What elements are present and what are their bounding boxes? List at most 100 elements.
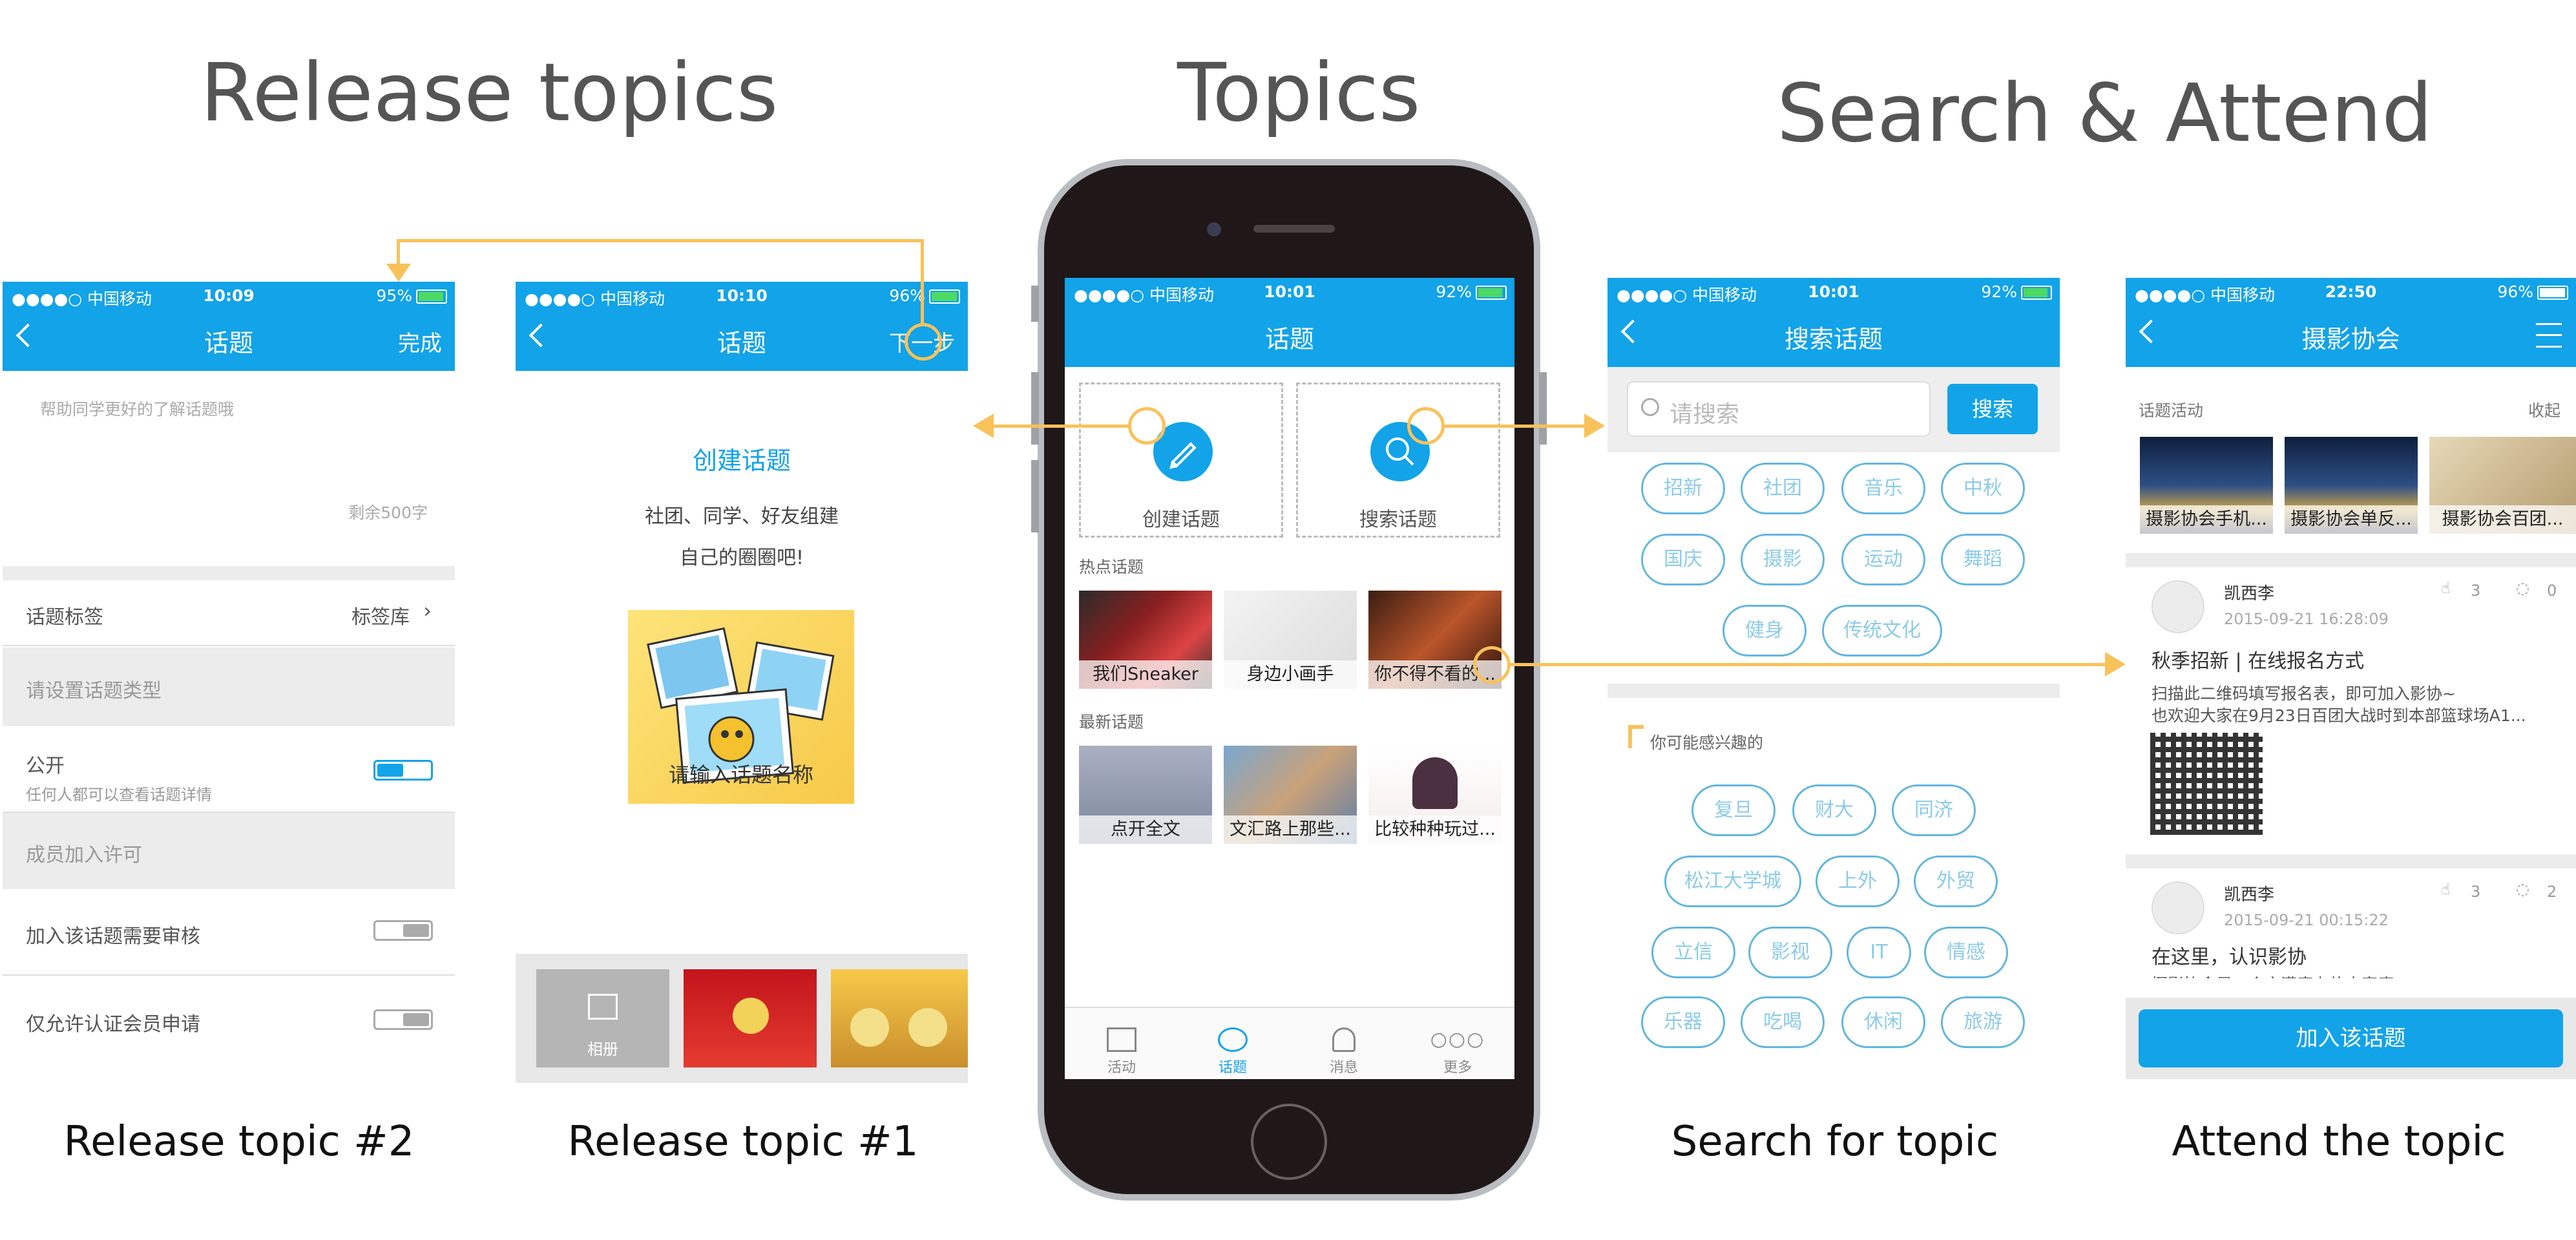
flow-arrow-line bbox=[921, 239, 924, 324]
post-title: 在这里，认识影协 bbox=[2152, 946, 2307, 969]
done-button[interactable]: 完成 bbox=[398, 326, 442, 357]
topic-tag[interactable]: 社团 bbox=[1741, 463, 1825, 514]
interest-tag[interactable]: 影视 bbox=[1748, 927, 1832, 978]
home-button[interactable] bbox=[1251, 1104, 1327, 1180]
hot-topic-label: 我们Sneaker bbox=[1079, 660, 1212, 689]
topic-tag[interactable]: 音乐 bbox=[1841, 463, 1925, 514]
post-author: 凯西李 bbox=[2224, 584, 2275, 604]
comment-icon[interactable]: ◌ bbox=[2516, 579, 2529, 597]
hot-topic-card[interactable]: 身边小画手 bbox=[1224, 591, 1357, 689]
like-icon[interactable]: ☝ bbox=[2441, 880, 2451, 898]
search-input[interactable]: 请搜索 bbox=[1627, 381, 1931, 437]
interest-tag[interactable]: 上外 bbox=[1816, 856, 1900, 907]
topic-tag[interactable]: 传统文化 bbox=[1822, 605, 1942, 657]
tab-topics[interactable]: 话题 bbox=[1194, 1027, 1272, 1077]
topic-tag[interactable]: 摄影 bbox=[1741, 534, 1825, 585]
comment-icon[interactable]: ◌ bbox=[2516, 880, 2529, 898]
search-button[interactable]: 搜索 bbox=[1947, 384, 2038, 434]
join-topic-button[interactable]: 加入该话题 bbox=[2139, 1009, 2563, 1067]
search-topic-card[interactable]: 搜索话题 bbox=[1296, 383, 1500, 538]
interest-tag[interactable]: 复旦 bbox=[1691, 784, 1775, 836]
menu-icon[interactable] bbox=[2536, 323, 2562, 348]
album-button[interactable]: 相册 bbox=[536, 969, 669, 1067]
topic-tag[interactable]: 招新 bbox=[1641, 463, 1725, 514]
create-highlight-ring bbox=[1128, 407, 1166, 445]
activity-card[interactable]: 摄影协会百团... bbox=[2429, 437, 2576, 534]
create-topic-title: 创建话题 bbox=[692, 447, 791, 475]
topic-tag[interactable]: 运动 bbox=[1841, 534, 1925, 585]
interest-tag[interactable]: 立信 bbox=[1651, 927, 1735, 978]
interest-tag[interactable]: 休闲 bbox=[1841, 996, 1925, 1048]
status-bar: ●●●●○ 中国移动 10:09 95% bbox=[3, 282, 455, 309]
topic-name-input[interactable]: 请输入话题名称 bbox=[628, 759, 854, 788]
new-topic-card[interactable]: 文汇路上那些... bbox=[1224, 746, 1357, 844]
battery-percent: 96% bbox=[889, 286, 925, 305]
public-label: 公开 bbox=[26, 755, 65, 777]
interest-tag[interactable]: 情感 bbox=[1924, 927, 2008, 978]
topic-tag[interactable]: 中秋 bbox=[1941, 463, 2025, 514]
intro-line-2: 自己的圈圈吧! bbox=[679, 547, 804, 569]
post-card[interactable]: 凯西李 2015-09-21 16:28:09 ☝ 3 ◌ 0 秋季招新 | 在… bbox=[2126, 567, 2576, 854]
search-highlight-ring bbox=[1407, 407, 1445, 445]
tab-label: 更多 bbox=[1443, 1060, 1472, 1076]
battery-percent: 95% bbox=[376, 286, 412, 305]
topic-cover-image[interactable]: 请输入话题名称 bbox=[628, 610, 854, 804]
battery-percent: 92% bbox=[1436, 282, 1472, 301]
description-input[interactable]: 帮助同学更好的了解话题哦 剩余500字 bbox=[3, 371, 455, 526]
activity-card[interactable]: 摄影协会手机... bbox=[2140, 437, 2273, 534]
chat-icon bbox=[1218, 1027, 1248, 1052]
new-topic-card[interactable]: 点开全文 bbox=[1079, 746, 1212, 844]
tab-activities[interactable]: 活动 bbox=[1083, 1027, 1160, 1077]
battery-indicator: 96% bbox=[2497, 282, 2568, 301]
flow-arrow-line bbox=[992, 425, 1129, 428]
new-topic-label: 文汇路上那些... bbox=[1224, 815, 1357, 844]
hot-topic-label: 身边小画手 bbox=[1224, 660, 1357, 689]
caption-search-for-topic: Search for topic bbox=[1671, 1118, 1999, 1166]
tags-value: 标签库 bbox=[351, 606, 410, 629]
side-button bbox=[1031, 372, 1039, 445]
hot-topic-card[interactable]: 我们Sneaker bbox=[1079, 591, 1212, 689]
new-topic-label: 点开全文 bbox=[1079, 815, 1212, 844]
interest-tag[interactable]: 财大 bbox=[1792, 784, 1876, 836]
topic-type-field[interactable]: 请设置话题类型 bbox=[3, 647, 455, 726]
interest-tag[interactable]: 吃喝 bbox=[1741, 996, 1825, 1048]
topic-tag[interactable]: 健身 bbox=[1723, 605, 1806, 657]
topic-tag[interactable]: 舞蹈 bbox=[1941, 534, 2025, 585]
topic-tag[interactable]: 国庆 bbox=[1641, 534, 1725, 585]
more-icon: ○○○ bbox=[1430, 1028, 1485, 1051]
new-topics-title: 最新话题 bbox=[1079, 713, 1144, 731]
avatar bbox=[2152, 881, 2204, 934]
caption-release-topic-2: Release topic #2 bbox=[63, 1118, 415, 1166]
review-toggle[interactable] bbox=[373, 920, 433, 941]
preset-image-2[interactable] bbox=[831, 969, 968, 1067]
post-card[interactable]: 凯西李 2015-09-21 00:15:22 ☝ 3 ◌ 2 在这里，认识影协… bbox=[2126, 868, 2576, 978]
activity-card[interactable]: 摄影协会单反... bbox=[2285, 437, 2418, 534]
front-camera bbox=[1207, 222, 1221, 236]
public-toggle[interactable] bbox=[373, 760, 433, 781]
interest-flag-bar bbox=[1628, 725, 1644, 729]
tab-messages[interactable]: 消息 bbox=[1305, 1027, 1383, 1077]
tags-row[interactable]: 话题标签 标签库 › bbox=[3, 580, 455, 646]
tab-more[interactable]: ○○○ 更多 bbox=[1419, 1027, 1496, 1077]
nav-title: 话题 bbox=[1264, 325, 1314, 353]
nav-bar: 摄影协会 bbox=[2126, 305, 2576, 367]
flow-arrowhead-right bbox=[2105, 652, 2126, 677]
interest-tag[interactable]: 乐器 bbox=[1641, 996, 1725, 1048]
comment-count: 2 bbox=[2547, 883, 2557, 901]
interest-tag[interactable]: 同济 bbox=[1892, 784, 1976, 836]
like-icon[interactable]: ☝ bbox=[2441, 579, 2451, 597]
interest-tag[interactable]: 外贸 bbox=[1914, 856, 1998, 907]
certified-toggle[interactable] bbox=[373, 1009, 433, 1030]
preset-image-1[interactable] bbox=[684, 969, 817, 1067]
interest-tag[interactable]: 旅游 bbox=[1941, 996, 2025, 1048]
create-topic-card[interactable]: 创建话题 bbox=[1079, 383, 1283, 538]
new-topic-card[interactable]: 比较种种玩过... bbox=[1368, 746, 1502, 844]
heading-release-topics: Release topics bbox=[200, 47, 779, 140]
member-permission-header: 成员加入许可 bbox=[3, 813, 455, 889]
interest-tag[interactable]: 松江大学城 bbox=[1664, 856, 1801, 907]
activity-label: 话题活动 bbox=[2139, 401, 2204, 420]
flow-arrowhead-left bbox=[973, 414, 994, 438]
status-bar: ●●●●○ 中国移动 10:01 92% bbox=[1065, 278, 1514, 305]
interest-tag[interactable]: IT bbox=[1847, 927, 1911, 978]
collapse-button[interactable]: 收起 bbox=[2528, 398, 2560, 421]
